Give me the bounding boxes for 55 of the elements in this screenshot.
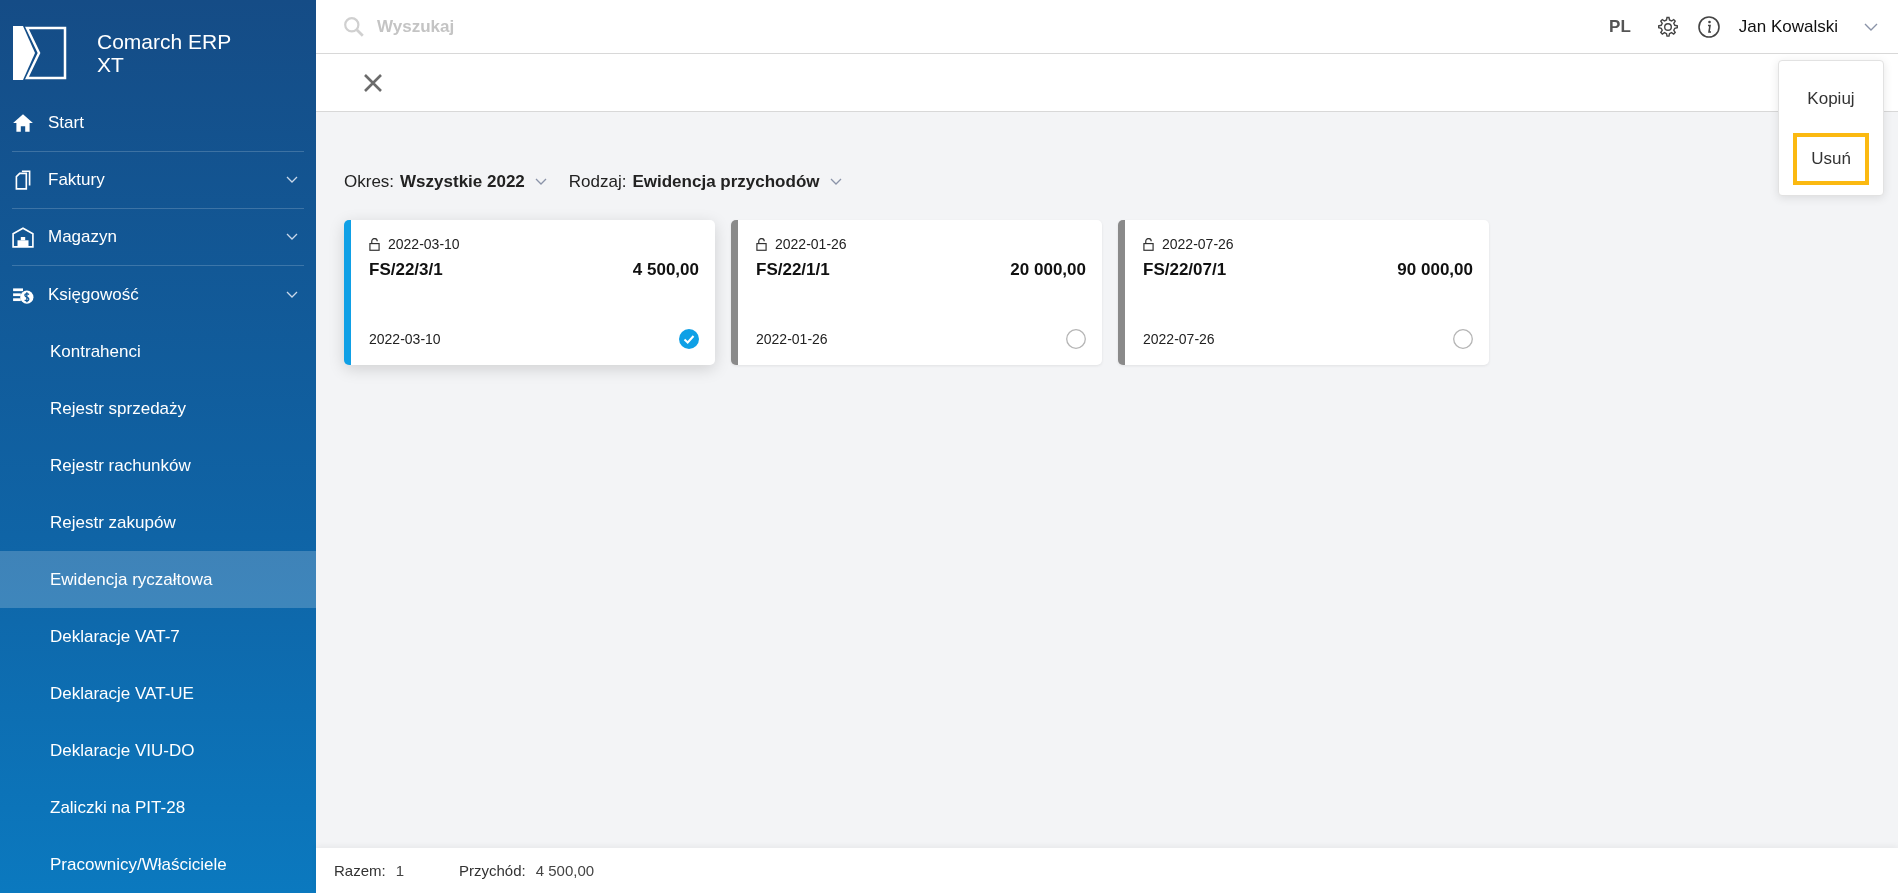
nav-item[interactable]: Magazyn xyxy=(12,209,304,266)
user-name[interactable]: Jan Kowalski xyxy=(1738,16,1838,37)
padlock-icon xyxy=(1143,237,1154,251)
status-value: 1 xyxy=(395,862,405,879)
warehouse-icon xyxy=(12,226,34,248)
document-card[interactable]: 2022-01-26 FS/22/1/1 20 000,00 2022-01-26 xyxy=(731,220,1102,365)
lock-date: 2022-03-10 xyxy=(388,236,460,252)
document-date: 2022-01-26 xyxy=(756,331,828,347)
nav-item[interactable]: Faktury xyxy=(12,152,304,209)
nav-subitem[interactable]: Rejestr sprzedaży xyxy=(0,380,316,437)
document-card[interactable]: 2022-07-26 FS/22/07/1 90 000,00 2022-07-26 xyxy=(1118,220,1489,365)
status-label: Razem: xyxy=(334,862,386,879)
empty-circle-icon[interactable] xyxy=(1453,329,1473,349)
padlock-icon xyxy=(369,237,380,251)
nav-subitem[interactable]: Deklaracje VAT-7 xyxy=(0,608,316,665)
padlock-icon xyxy=(756,237,767,251)
app-name: Comarch ERP XT xyxy=(97,30,232,76)
logo-icon xyxy=(13,26,67,80)
document-card[interactable]: 2022-03-10 FS/22/3/1 4 500,00 2022-03-10 xyxy=(344,220,715,365)
amount: 4 500,00 xyxy=(632,260,699,280)
lock-date: 2022-01-26 xyxy=(775,236,847,252)
info-icon[interactable] xyxy=(1696,14,1721,39)
nav-subitem[interactable]: Deklaracje VAT-UE xyxy=(0,665,316,722)
language-code[interactable]: PL xyxy=(1609,16,1631,37)
checked-circle-icon[interactable] xyxy=(679,329,699,349)
status-label: Przychód: xyxy=(459,862,526,879)
document-number: FS/22/1/1 xyxy=(756,260,830,280)
filter-dropdown[interactable]: Okres: Wszystkie 2022 xyxy=(344,172,547,192)
chevron-icon xyxy=(534,178,547,186)
document-number: FS/22/07/1 xyxy=(1143,260,1227,280)
nav-subitem[interactable]: Kontrahenci xyxy=(0,323,316,380)
nav-subitem[interactable]: Rejestr rachunków xyxy=(0,437,316,494)
empty-circle-icon[interactable] xyxy=(1066,329,1086,349)
filter-dropdown[interactable]: Rodzaj: Ewidencja przychodów xyxy=(568,172,842,192)
nav-subitem[interactable]: Rejestr zakupów xyxy=(0,494,316,551)
home-icon xyxy=(12,112,34,134)
nav-subitem[interactable]: Deklaracje VIU-DO xyxy=(0,722,316,779)
amount: 90 000,00 xyxy=(1397,260,1473,280)
nav-subitem[interactable]: Ewidencja ryczałtowa xyxy=(0,551,316,608)
amount: 20 000,00 xyxy=(1010,260,1086,280)
nav-subitem[interactable]: Pracownicy/Właściciele xyxy=(0,836,316,893)
nav-subitem[interactable]: Zaliczki na PIT-28 xyxy=(0,779,316,836)
close-icon[interactable] xyxy=(363,72,383,93)
nav-item[interactable]: Księgowość xyxy=(12,266,304,323)
document-date: 2022-07-26 xyxy=(1143,331,1215,347)
lock-date: 2022-07-26 xyxy=(1162,236,1234,252)
chevron-icon xyxy=(829,178,842,186)
nav-item[interactable]: Start xyxy=(12,95,304,152)
chevron-icon[interactable] xyxy=(1864,22,1878,31)
document-number: FS/22/3/1 xyxy=(369,260,443,280)
menu-item[interactable]: Usuń xyxy=(1793,133,1869,185)
menu-item[interactable]: Kopiuj xyxy=(1789,73,1873,125)
status-value: 4 500,00 xyxy=(535,862,595,879)
search-icon xyxy=(343,15,365,38)
document-date: 2022-03-10 xyxy=(369,331,441,347)
